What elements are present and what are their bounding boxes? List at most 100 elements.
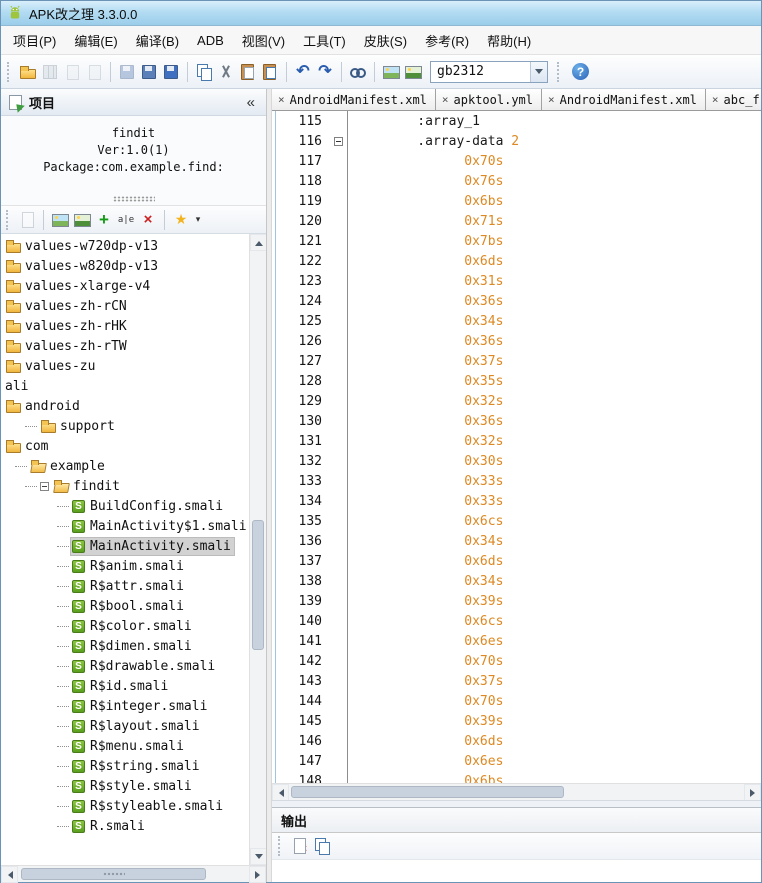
- code-editor[interactable]: 115 :array_1 116 .array-data 2 117 0x70s 11…: [272, 111, 761, 783]
- collapse-node-icon[interactable]: [40, 481, 49, 491]
- image-editor-icon[interactable]: [403, 62, 423, 82]
- code-line[interactable]: 0x32s: [348, 391, 503, 411]
- editor-line[interactable]: 136 0x34s: [272, 531, 761, 551]
- tab-close-icon[interactable]: ×: [712, 93, 719, 106]
- code-line[interactable]: 0x76s: [348, 171, 503, 191]
- code-line[interactable]: 0x6bs: [348, 191, 503, 211]
- code-line[interactable]: 0x7bs: [348, 231, 503, 251]
- tree-item-R$bool.smali[interactable]: S R$bool.smali: [1, 596, 249, 616]
- copy-output-icon[interactable]: [312, 836, 332, 856]
- vertical-scroll-thumb[interactable]: [252, 519, 264, 650]
- menu-item-5[interactable]: 工具(T): [294, 26, 355, 55]
- rename-icon[interactable]: a|e: [116, 210, 136, 230]
- code-line[interactable]: 0x37s: [348, 671, 503, 691]
- editor-line[interactable]: 139 0x39s: [272, 591, 761, 611]
- help-icon[interactable]: ?: [572, 63, 589, 80]
- scroll-down-button[interactable]: [250, 848, 266, 865]
- code-line[interactable]: 0x36s: [348, 411, 503, 431]
- editor-line[interactable]: 121 0x7bs: [272, 231, 761, 251]
- tree-item-android[interactable]: android: [1, 396, 249, 416]
- code-line[interactable]: 0x39s: [348, 711, 503, 731]
- code-line[interactable]: .array-data 2: [348, 131, 519, 151]
- scroll-up-button[interactable]: [250, 234, 266, 251]
- code-line[interactable]: 0x6es: [348, 631, 503, 651]
- menu-item-3[interactable]: ADB: [188, 28, 233, 53]
- toolbar-grip[interactable]: [7, 61, 12, 82]
- code-line[interactable]: 0x6cs: [348, 511, 503, 531]
- favorites-icon[interactable]: ★: [171, 210, 191, 230]
- tree-item-values-zh-rCN[interactable]: values-zh-rCN: [1, 296, 249, 316]
- editor-line[interactable]: 129 0x32s: [272, 391, 761, 411]
- code-line[interactable]: 0x6es: [348, 751, 503, 771]
- menu-item-1[interactable]: 编辑(E): [65, 26, 126, 55]
- code-line[interactable]: 0x6ds: [348, 251, 503, 271]
- titlebar[interactable]: APK改之理 3.3.0.0: [1, 1, 761, 26]
- tree-item-values-w720dp-v13[interactable]: values-w720dp-v13: [1, 236, 249, 256]
- collapse-panel-button[interactable]: «: [242, 94, 260, 111]
- editor-line[interactable]: 133 0x33s: [272, 471, 761, 491]
- open-file-icon[interactable]: [18, 62, 38, 82]
- redo-icon[interactable]: ↷: [315, 62, 335, 82]
- code-line[interactable]: 0x36s: [348, 331, 503, 351]
- paste-special-icon[interactable]: [260, 62, 280, 82]
- editor-line[interactable]: 148 0x6bs: [272, 771, 761, 783]
- tree-item-MainActivity$1.smali[interactable]: S MainActivity$1.smali: [1, 516, 249, 536]
- code-line[interactable]: 0x6bs: [348, 771, 503, 784]
- tree-item-values-zu[interactable]: values-zu: [1, 356, 249, 376]
- code-line[interactable]: 0x34s: [348, 531, 503, 551]
- image-viewer-icon[interactable]: [381, 62, 401, 82]
- tree-item-com[interactable]: com: [1, 436, 249, 456]
- tree-item-values-xlarge-v4[interactable]: values-xlarge-v4: [1, 276, 249, 296]
- scroll-left-button[interactable]: [272, 784, 289, 801]
- horizontal-scroll-track[interactable]: [289, 784, 744, 800]
- code-line[interactable]: 0x70s: [348, 691, 503, 711]
- editor-line[interactable]: 145 0x39s: [272, 711, 761, 731]
- editor-horizontal-scrollbar[interactable]: [272, 783, 761, 801]
- favorites-dropdown-icon[interactable]: ▾: [193, 210, 203, 230]
- tab-1[interactable]: × apktool.yml: [435, 89, 543, 110]
- horizontal-scroll-thumb[interactable]: [291, 786, 564, 798]
- editor-line[interactable]: 134 0x33s: [272, 491, 761, 511]
- editor-line[interactable]: 132 0x30s: [272, 451, 761, 471]
- editor-line[interactable]: 115 :array_1: [272, 111, 761, 131]
- code-line[interactable]: 0x70s: [348, 151, 503, 171]
- code-line[interactable]: 0x37s: [348, 351, 503, 371]
- toolbar-grip-2[interactable]: [557, 61, 562, 82]
- delete-file-icon[interactable]: ×: [138, 210, 158, 230]
- tree-item-findit[interactable]: findit: [1, 476, 249, 496]
- menu-item-7[interactable]: 参考(R): [416, 26, 478, 55]
- scroll-left-button[interactable]: [1, 866, 18, 883]
- editor-line[interactable]: 128 0x35s: [272, 371, 761, 391]
- editor-line[interactable]: 116 .array-data 2: [272, 131, 761, 151]
- tree-item-R$style.smali[interactable]: S R$style.smali: [1, 776, 249, 796]
- editor-line[interactable]: 135 0x6cs: [272, 511, 761, 531]
- code-line[interactable]: 0x33s: [348, 471, 503, 491]
- vertical-scroll-track[interactable]: [250, 251, 266, 848]
- menu-item-8[interactable]: 帮助(H): [478, 26, 540, 55]
- tree-item-ali[interactable]: ali: [1, 376, 249, 396]
- project-toolbar-grip[interactable]: [6, 209, 11, 230]
- editor-line[interactable]: 137 0x6ds: [272, 551, 761, 571]
- code-line[interactable]: 0x39s: [348, 591, 503, 611]
- tree-item-example[interactable]: example: [1, 456, 249, 476]
- editor-line[interactable]: 127 0x37s: [272, 351, 761, 371]
- encoding-combobox[interactable]: gb2312: [430, 60, 548, 83]
- tree-item-R$color.smali[interactable]: S R$color.smali: [1, 616, 249, 636]
- editor-line[interactable]: 123 0x31s: [272, 271, 761, 291]
- tree-item-R$drawable.smali[interactable]: S R$drawable.smali: [1, 656, 249, 676]
- menu-item-4[interactable]: 视图(V): [233, 26, 294, 55]
- editor-line[interactable]: 131 0x32s: [272, 431, 761, 451]
- code-line[interactable]: 0x34s: [348, 571, 503, 591]
- code-line[interactable]: :array_1: [348, 111, 480, 131]
- scroll-right-button[interactable]: [744, 784, 761, 801]
- tree-item-values-zh-rTW[interactable]: values-zh-rTW: [1, 336, 249, 356]
- tree-item-R$string.smali[interactable]: S R$string.smali: [1, 756, 249, 776]
- code-line[interactable]: 0x70s: [348, 651, 503, 671]
- cut-icon[interactable]: [216, 62, 236, 82]
- tree-item-R$styleable.smali[interactable]: S R$styleable.smali: [1, 796, 249, 816]
- tree-item-R$dimen.smali[interactable]: S R$dimen.smali: [1, 636, 249, 656]
- menu-item-0[interactable]: 项目(P): [4, 26, 65, 55]
- editor-line[interactable]: 124 0x36s: [272, 291, 761, 311]
- tab-close-icon[interactable]: ×: [278, 93, 285, 106]
- tree-vertical-scrollbar[interactable]: [249, 234, 266, 865]
